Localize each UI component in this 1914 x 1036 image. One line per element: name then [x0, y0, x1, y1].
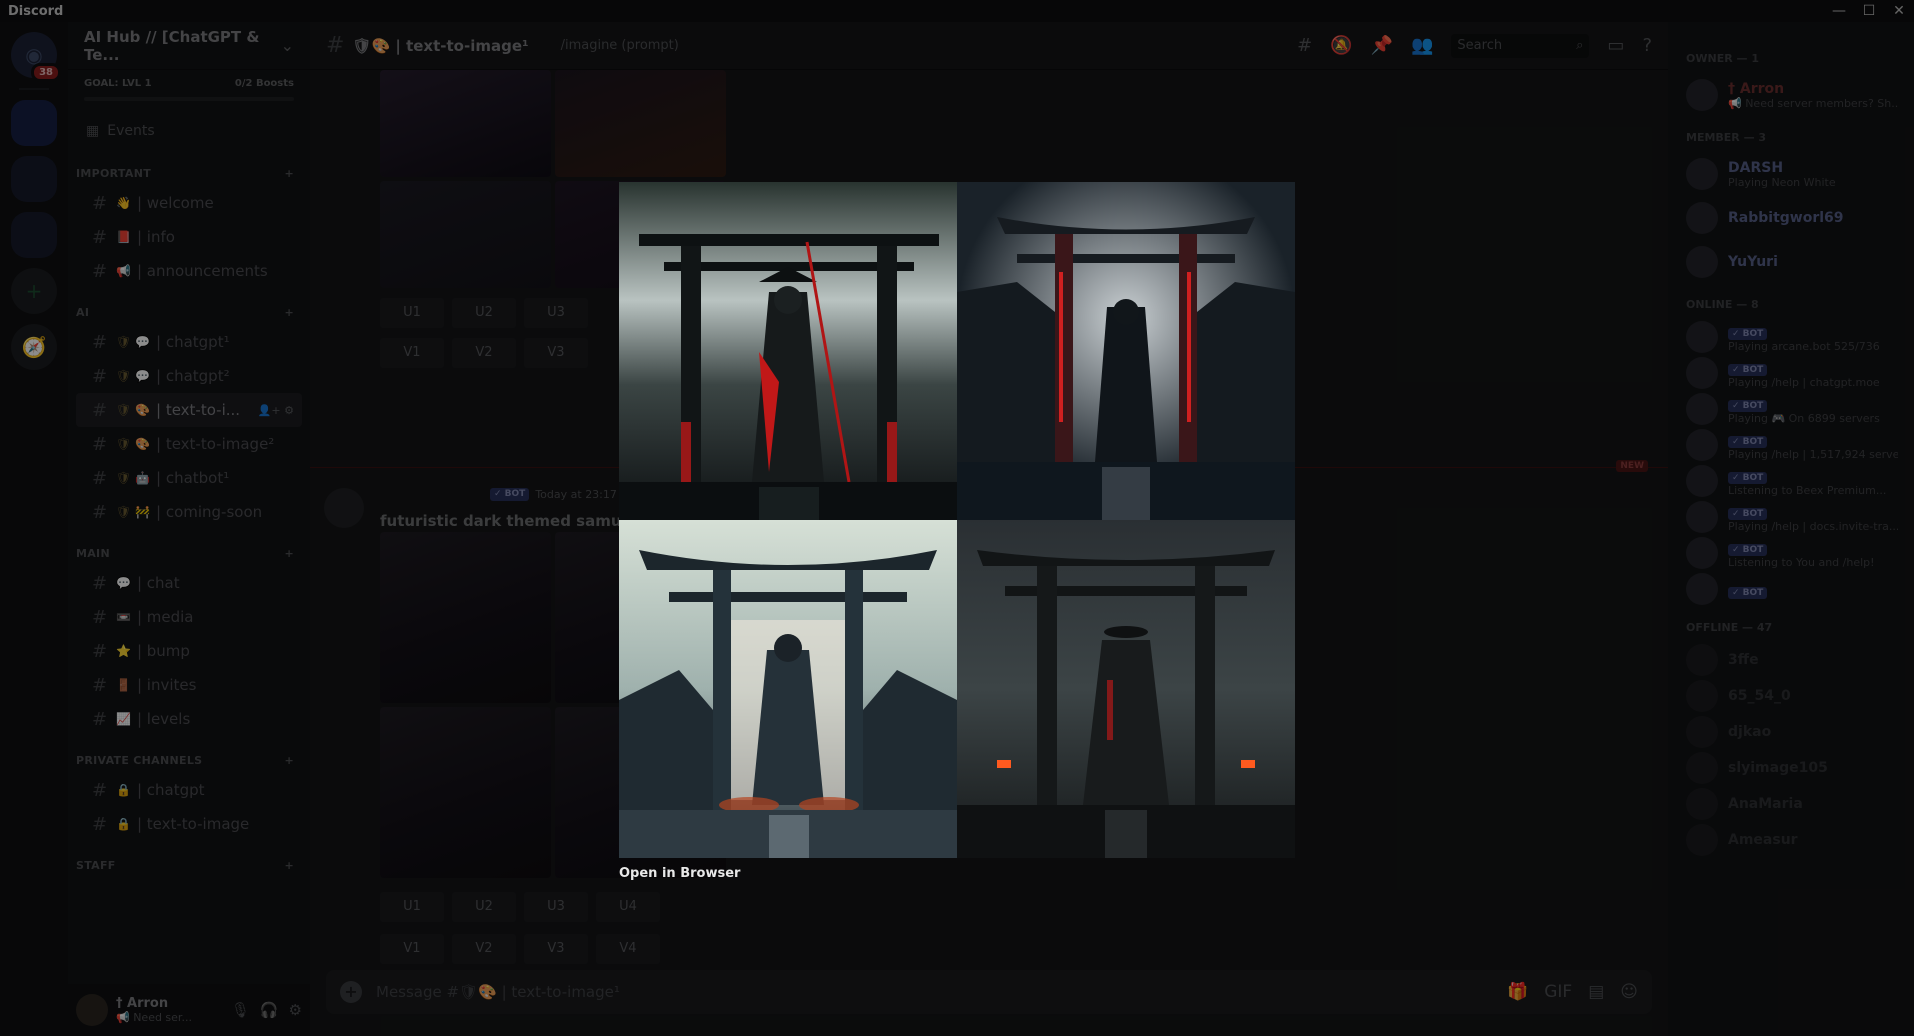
image-tile-3[interactable]: [619, 520, 957, 858]
samurai-torii-image-1: [619, 182, 957, 520]
open-in-browser-link[interactable]: Open in Browser: [619, 866, 740, 881]
samurai-torii-image-2: [957, 182, 1295, 520]
samurai-torii-image-3: [619, 520, 957, 858]
image-viewer[interactable]: [619, 182, 1295, 858]
image-tile-1[interactable]: [619, 182, 957, 520]
samurai-torii-image-4: [957, 520, 1295, 858]
image-tile-2[interactable]: [957, 182, 1295, 520]
image-tile-4[interactable]: [957, 520, 1295, 858]
